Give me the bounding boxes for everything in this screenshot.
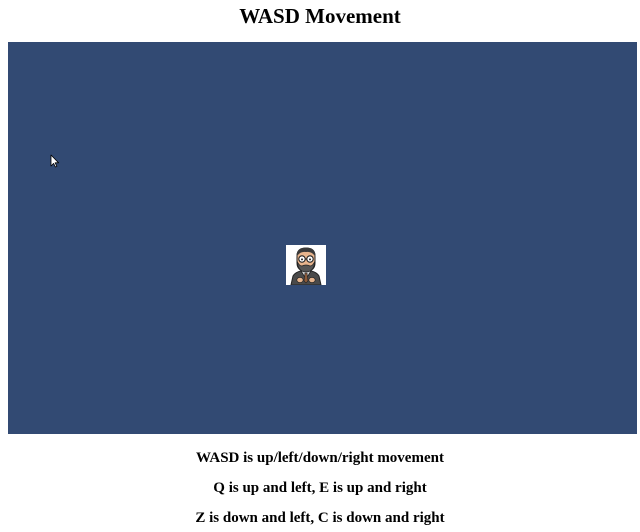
- page: WASD Movement WASD is up/left/down/right…: [0, 0, 640, 532]
- mouse-pointer-icon: [50, 154, 59, 168]
- player-avatar-icon: [286, 245, 326, 285]
- game-canvas[interactable]: [8, 42, 637, 434]
- instruction-qe: Q is up and left, E is up and right: [213, 480, 427, 496]
- page-title: WASD Movement: [239, 4, 401, 28]
- instructions: WASD is up/left/down/right movement Q is…: [0, 448, 640, 532]
- instruction-wasd: WASD is up/left/down/right movement: [196, 450, 444, 466]
- instruction-zc: Z is down and left, C is down and right: [195, 510, 445, 526]
